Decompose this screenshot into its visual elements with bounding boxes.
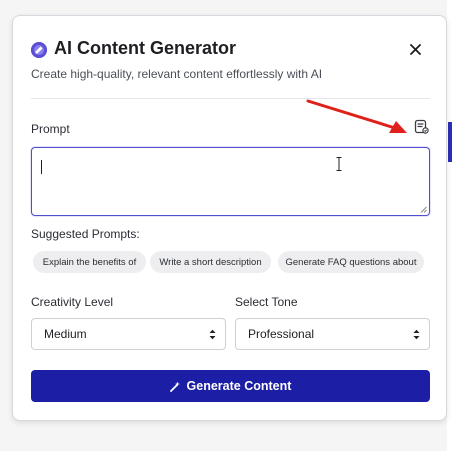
prompt-label: Prompt	[31, 122, 70, 136]
template-list-icon	[414, 119, 429, 134]
annotation-arrow	[306, 99, 407, 133]
text-caret	[41, 160, 42, 174]
dialog-subtitle: Create high-quality, relevant content ef…	[31, 67, 323, 81]
dialog-title: AI Content Generator	[54, 38, 237, 58]
close-icon	[409, 43, 421, 55]
suggested-prompt-chip[interactable]: Generate FAQ questions about	[278, 251, 424, 273]
select-chevron-icon	[413, 329, 420, 340]
select-tone-label: Select Tone	[235, 295, 298, 309]
suggested-prompt-chip[interactable]: Explain the benefits of	[33, 251, 146, 273]
tone-selected-value: Professional	[248, 327, 315, 341]
ai-content-generator-dialog: AI Content Generator Create high-quality…	[12, 15, 447, 421]
creativity-selected-value: Medium	[44, 327, 87, 341]
magic-wand-icon	[169, 381, 180, 392]
select-chevron-icon	[209, 329, 216, 340]
prompt-templates-button[interactable]	[414, 119, 429, 134]
background-page-edge	[447, 0, 452, 451]
tone-select[interactable]: Professional	[235, 318, 430, 350]
background-accent-bar	[448, 122, 452, 162]
ibeam-cursor-icon	[336, 157, 342, 171]
resize-handle-icon[interactable]	[420, 206, 427, 213]
suggested-prompt-chip[interactable]: Write a short description	[150, 251, 271, 273]
close-button[interactable]	[406, 40, 424, 58]
prompt-textarea[interactable]	[31, 147, 430, 216]
generate-content-label: Generate Content	[186, 379, 292, 393]
creativity-level-label: Creativity Level	[31, 295, 114, 309]
generate-content-button[interactable]: Generate Content	[31, 370, 430, 402]
creativity-level-select[interactable]: Medium	[31, 318, 226, 350]
suggested-prompts-label: Suggested Prompts:	[31, 227, 140, 241]
sparkle-orb-icon	[31, 42, 47, 58]
